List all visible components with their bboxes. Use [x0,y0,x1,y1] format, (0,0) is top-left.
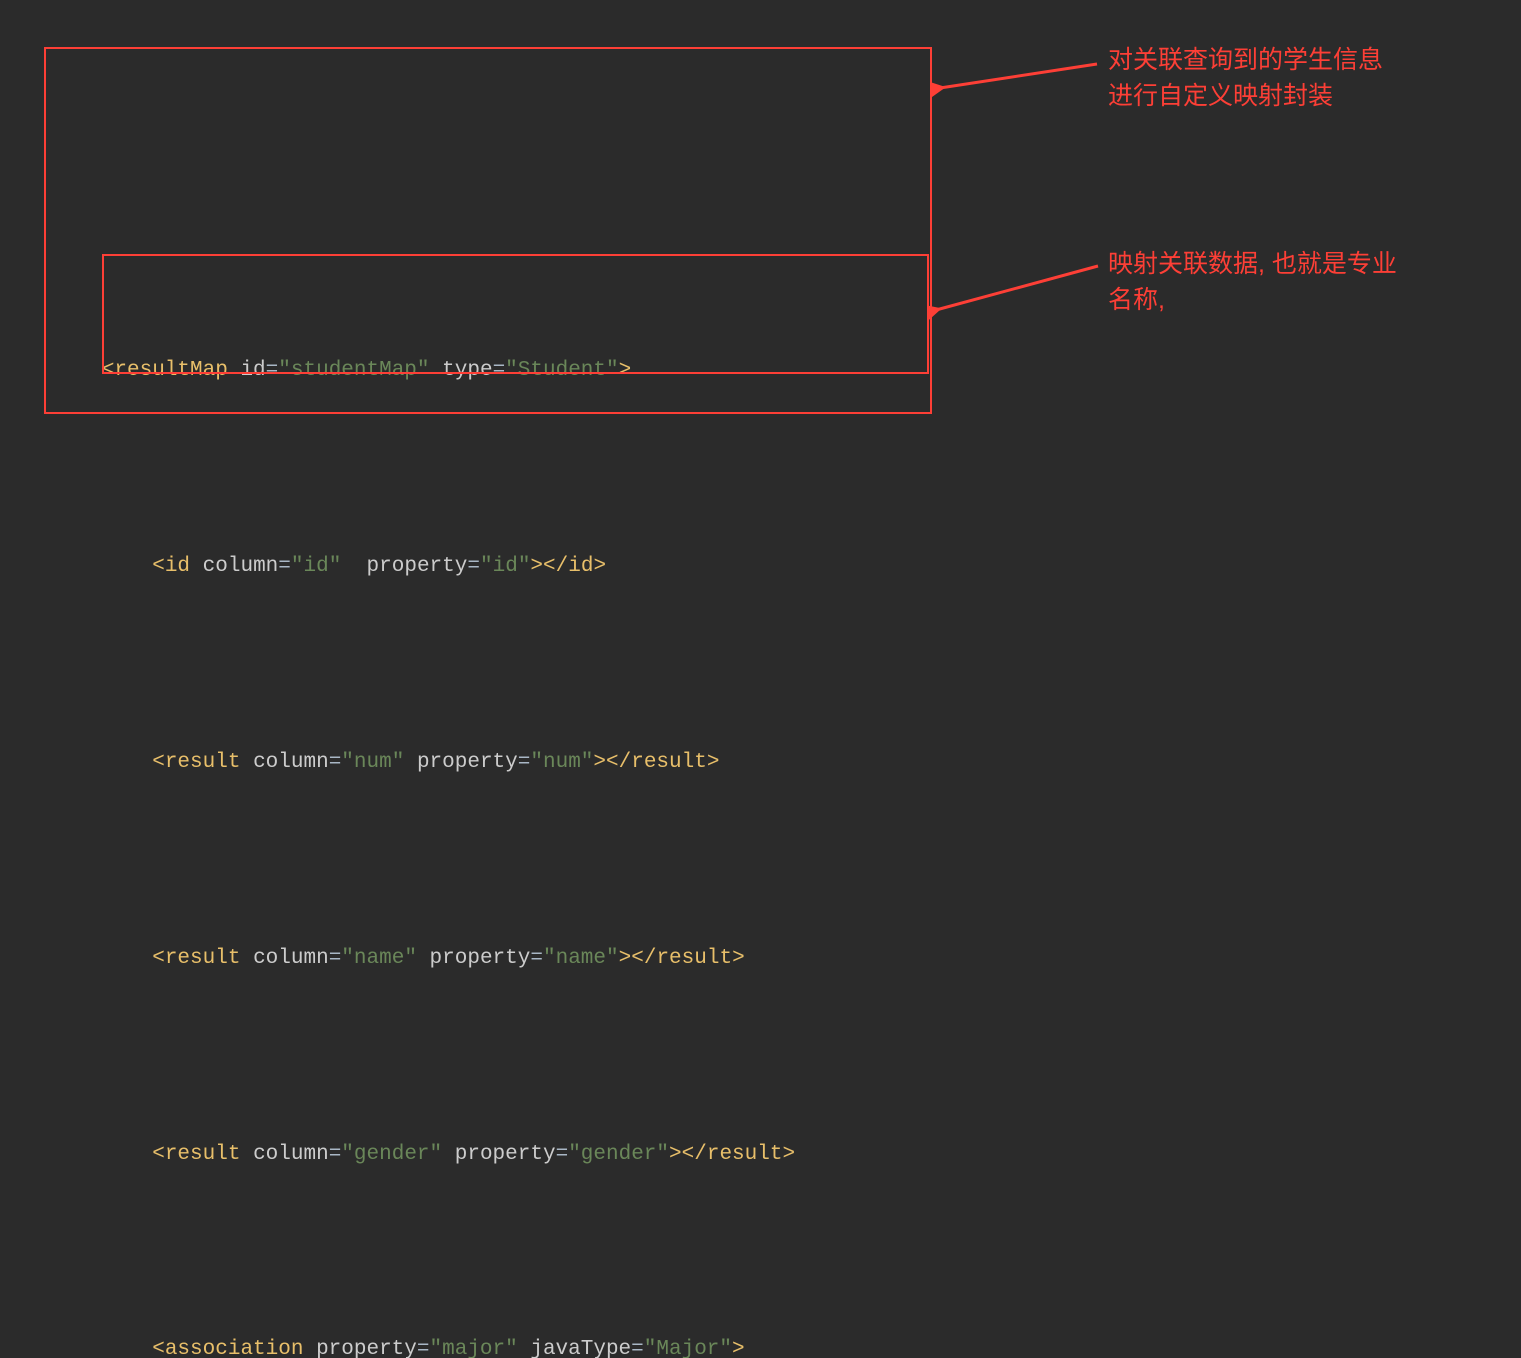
code-line: <association property="major" javaType="… [20,1331,1521,1358]
annotation-text-2: 映射关联数据, 也就是专业 名称, [1108,246,1397,319]
code-line: <resultMap id="studentMap" type="Student… [20,351,1521,392]
code-line [20,155,1521,196]
annotation-text-1: 对关联查询到的学生信息 进行自定义映射封装 [1108,42,1383,115]
code-line: <result column="gender" property="gender… [20,1135,1521,1176]
code-line: <result column="name" property="name"></… [20,939,1521,980]
code-line: <id column="id" property="id"></id> [20,547,1521,588]
code-line: <result column="num" property="num"></re… [20,743,1521,784]
